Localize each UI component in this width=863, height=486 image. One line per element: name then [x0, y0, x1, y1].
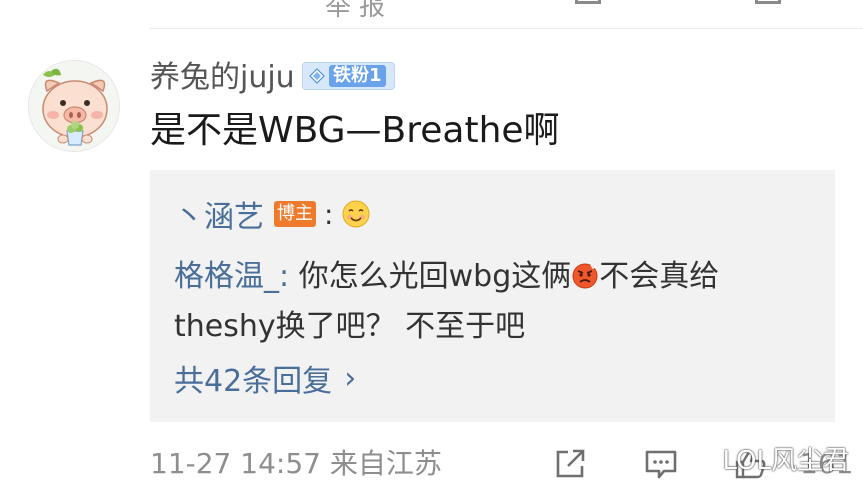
blogger-badge: 博主 — [274, 201, 316, 227]
divider — [150, 28, 863, 29]
reply-author[interactable]: 丶涵艺 — [174, 192, 264, 236]
comment-timestamp: 11-27 14:57 来自江苏 — [150, 447, 442, 480]
reply-preview[interactable]: 丶涵艺 博主 : 格格温_: 你怎么光回wbg这俩 不会真给theshy换了吧？… — [150, 170, 835, 422]
sub-reply-author[interactable]: 格格温_: — [174, 259, 289, 294]
reply-content: 格格温_: 你怎么光回wbg这俩 不会真给theshy换了吧？ 不至于吧 — [174, 252, 774, 352]
fan-badge[interactable]: 铁粉1 — [302, 62, 395, 90]
previous-comment-action-bar: 举报 — [150, 0, 863, 22]
view-all-replies-link[interactable]: 共42条回复 › — [174, 356, 356, 400]
chevron-right-icon: › — [344, 360, 357, 396]
comment-page: 举报 养兔的juju 铁粉1 是不是WBG—Breathe啊 丶涵艺 博主: … — [0, 0, 863, 486]
comment-icon[interactable] — [644, 448, 678, 480]
angry-emoji-icon — [572, 263, 598, 289]
sub-reply-text-part1: 你怎么光回wbg这俩 — [289, 259, 572, 294]
total-replies-label: 共42条回复 — [174, 364, 333, 399]
diamond-icon — [309, 68, 325, 84]
smile-emoji-icon — [342, 200, 370, 228]
comment-username[interactable]: 养兔的juju — [150, 58, 295, 98]
previous-comment-icon[interactable] — [670, 0, 696, 4]
share-icon[interactable] — [554, 448, 588, 480]
previous-comment-text: 举报 — [325, 0, 394, 22]
reply-colon: : — [324, 197, 334, 231]
previous-share-icon[interactable] — [575, 0, 601, 4]
previous-like-icon[interactable] — [755, 0, 781, 4]
fan-badge-label: 铁粉1 — [329, 65, 386, 87]
watermark: LOL风尘君 — [722, 446, 849, 476]
pig-avatar-icon — [29, 61, 119, 151]
user-avatar[interactable] — [28, 60, 120, 152]
comment-text: 是不是WBG—Breathe啊 — [150, 110, 560, 151]
reply-author-row: 丶涵艺 博主 : — [174, 192, 371, 236]
